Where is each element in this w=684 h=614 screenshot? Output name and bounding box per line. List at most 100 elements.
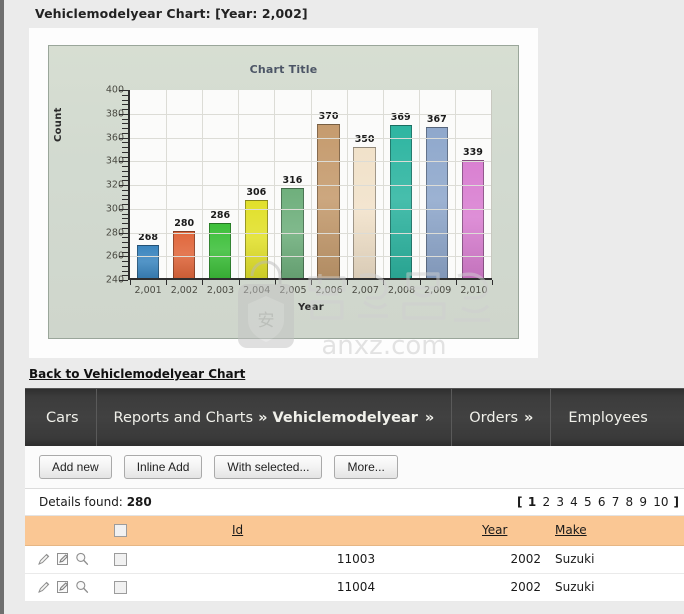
x-axis-ticks: 2,001 2,002 2,003 2,004 2,005 2,006 2,007 2,008…	[130, 280, 493, 296]
bar-slot: 306	[238, 90, 274, 278]
header-make: Make	[547, 516, 684, 546]
y-minor-tick	[122, 218, 128, 220]
chevron-right-icon-2: »	[424, 409, 435, 426]
pagination: [ 1 2 3 4 5 6 7 8 9 10 ]	[517, 495, 679, 509]
x-tick-label: 2,008	[387, 285, 416, 296]
pager-page-8[interactable]: 8	[624, 495, 634, 509]
pager-bracket-close: ]	[673, 495, 679, 509]
x-tick-label: 2,002	[170, 285, 198, 296]
nav-label-reports: Reports and Charts	[113, 409, 254, 426]
nav-item-orders[interactable]: Orders »	[452, 389, 552, 446]
y-minor-tick	[122, 194, 128, 196]
row-checkbox[interactable]	[114, 553, 127, 566]
plot-area: 400 380 360 340 320 300 280 260 240 268 280 286 306…	[102, 85, 493, 313]
bar-slot: 350	[347, 90, 383, 278]
chevron-right-icon-3: »	[524, 409, 534, 426]
details-found-label: Details found:	[39, 495, 123, 509]
y-minor-tick	[122, 270, 128, 272]
x-tick-mark	[419, 280, 421, 285]
back-to-chart-link[interactable]: Back to Vehiclemodelyear Chart	[29, 367, 245, 381]
more-button[interactable]: More...	[334, 455, 398, 479]
inline-add-button[interactable]: Inline Add	[123, 455, 203, 479]
cell-make: Suzuki	[547, 573, 684, 602]
plot-grid: 268 280 286 306 316 370 350 369 367 339	[130, 90, 492, 278]
add-new-button[interactable]: Add new	[39, 455, 112, 479]
header-select-all	[113, 516, 231, 546]
row-checkbox[interactable]	[114, 581, 127, 594]
nav-item-cars[interactable]: Cars	[25, 389, 97, 446]
chart-panel: Chart Title Count 400 380 360 340 320 300 280 2…	[29, 28, 538, 358]
pager-page-2[interactable]: 2	[541, 495, 551, 509]
chart-canvas: Chart Title Count 400 380 360 340 320 300 280 2…	[48, 45, 519, 339]
x-tick-mark	[238, 280, 240, 285]
bar[interactable]: 369	[389, 112, 412, 278]
bar[interactable]: 339	[461, 147, 485, 278]
select-all-checkbox[interactable]	[114, 524, 127, 538]
pager-page-1[interactable]: 1	[527, 495, 538, 509]
inline-edit-icon[interactable]	[56, 552, 70, 566]
pager-page-7[interactable]: 7	[611, 495, 621, 509]
y-minor-tick	[122, 151, 128, 153]
y-minor-tick	[122, 128, 128, 129]
y-minor-tick	[122, 213, 128, 215]
table-row[interactable]: 11004 2002 Suzuki	[25, 573, 684, 602]
bar[interactable]: 350	[353, 134, 376, 278]
edit-pencil-icon[interactable]	[37, 552, 51, 566]
back-link-row: Back to Vehiclemodelyear Chart	[4, 358, 684, 388]
bar-slot: 339	[455, 90, 491, 278]
x-axis-label: Year	[298, 302, 324, 313]
gridline-vertical	[418, 90, 420, 278]
bar-slot: 268	[130, 90, 166, 278]
nav-item-employees[interactable]: Employees	[551, 389, 664, 446]
main-navigation: Cars Reports and Charts » Vehiclemodelye…	[25, 388, 684, 446]
x-tick-mark	[274, 280, 276, 285]
y-tick-mark	[119, 185, 128, 186]
y-minor-tick	[122, 242, 128, 243]
pager-page-6[interactable]: 6	[597, 495, 607, 509]
bar[interactable]: 268	[136, 232, 160, 278]
chart-title: Chart Title	[249, 63, 318, 76]
pager-page-5[interactable]: 5	[583, 495, 593, 509]
y-minor-tick	[122, 132, 128, 134]
bar-value-label: 350	[354, 134, 375, 146]
y-minor-tick	[122, 246, 128, 248]
x-tick-label: 2,004	[243, 285, 271, 296]
view-magnifier-icon[interactable]	[75, 580, 89, 594]
bar-value-label: 306	[246, 186, 267, 198]
y-minor-tick	[122, 99, 128, 101]
y-tick-mark	[119, 137, 128, 139]
y-minor-tick	[122, 189, 128, 191]
edit-pencil-icon[interactable]	[37, 580, 51, 594]
sort-id-link[interactable]: Id	[232, 523, 243, 537]
page-root: Vehiclemodelyear Chart: [Year: 2,002] Ch…	[0, 0, 684, 614]
pager-page-9[interactable]: 9	[638, 495, 648, 509]
bar[interactable]: 306	[245, 187, 268, 278]
details-found-count: 280	[126, 495, 152, 509]
pager-page-3[interactable]: 3	[555, 495, 565, 509]
table-row[interactable]: 11003 2002 Suzuki	[25, 545, 684, 574]
gridline-vertical	[238, 90, 240, 278]
table-header-row: Id Year Make	[25, 516, 684, 546]
bar-value-label: 280	[174, 217, 195, 229]
sort-make-link[interactable]: Make	[555, 523, 587, 537]
y-tick-mark	[119, 256, 128, 258]
y-minor-tick	[122, 94, 128, 96]
pager-bracket-open: [	[517, 495, 527, 509]
bar[interactable]: 370	[317, 111, 340, 278]
y-minor-tick	[122, 104, 128, 106]
y-minor-tick	[122, 118, 128, 120]
pager-page-4[interactable]: 4	[569, 495, 579, 509]
row-select-cell	[113, 573, 231, 602]
y-tick-mark	[119, 232, 128, 234]
chart-report-area: Vehiclemodelyear Chart: [Year: 2,002] Ch…	[4, 0, 684, 358]
y-tick-mark	[119, 90, 128, 91]
nav-item-reports-and-charts[interactable]: Reports and Charts » Vehiclemodelyear »	[97, 389, 453, 446]
view-magnifier-icon[interactable]	[75, 552, 89, 566]
x-tick-label: 2,006	[315, 285, 343, 296]
with-selected-button[interactable]: With selected...	[214, 455, 323, 479]
inline-edit-icon[interactable]	[56, 580, 70, 594]
pager-page-10[interactable]: 10	[652, 495, 670, 509]
y-minor-tick	[122, 147, 128, 148]
bar[interactable]: 280	[172, 218, 196, 278]
sort-year-link[interactable]: Year	[482, 523, 507, 537]
